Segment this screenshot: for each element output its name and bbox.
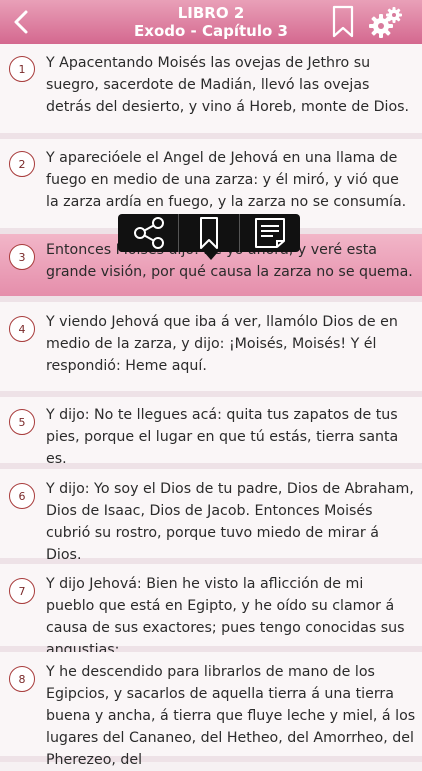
verse-text: Y viendo Jehová que iba á ver, llamólo D… [46,314,398,374]
gear-icon[interactable] [368,5,404,39]
top-bar: LIBRO 2 Exodo - Capítulo 3 [0,0,422,44]
back-arrow-icon[interactable] [8,6,36,38]
share-button[interactable] [118,214,178,252]
verse-action-toolbar [118,214,300,252]
share-icon [134,217,164,249]
book-label: LIBRO 2 [177,4,245,22]
verse-row[interactable]: 6 Y dijo: Yo soy el Dios de tu padre, Di… [0,469,422,564]
verse-row[interactable]: 8 Y he descendido para librarlos de mano… [0,652,422,768]
bookmark-icon [200,217,218,249]
verse-number: 2 [9,151,35,177]
verse-row[interactable]: 1 Y Apacentando Moisés las ovejas de Jet… [0,44,422,139]
verse-list: 1 Y Apacentando Moisés las ovejas de Jet… [0,44,422,768]
toolbar-pointer [204,252,218,260]
verse-text: Y he descendido para librarlos de mano d… [46,664,416,768]
verse-number: 6 [9,483,35,509]
chapter-title: LIBRO 2 Exodo - Capítulo 3 [60,4,362,40]
verse-number: 8 [9,666,35,692]
verse-number: 4 [9,316,35,342]
verse-text: Y dijo Jehová: Bien he visto la aflicció… [46,576,405,658]
chapter-label: Exodo - Capítulo 3 [134,22,288,40]
verse-number: 5 [9,409,35,435]
verse-text: Y dijo: No te llegues acá: quita tus zap… [46,407,399,467]
bookmark-icon[interactable] [332,5,354,38]
verse-number: 1 [9,56,35,82]
verse-row[interactable]: 7 Y dijo Jehová: Bien he visto la aflicc… [0,564,422,658]
verse-text: Y Apacentando Moisés las ovejas de Jethr… [46,55,410,115]
note-button[interactable] [240,214,300,252]
bookmark-button[interactable] [179,214,239,252]
verse-text: Y dijo: Yo soy el Dios de tu padre, Dios… [46,481,414,563]
note-icon [255,218,285,248]
verse-row[interactable]: 5 Y dijo: No te llegues acá: quita tus z… [0,397,422,469]
verse-text: Y aparecióele el Angel de Jehová en una … [46,150,407,210]
verse-number: 3 [9,244,35,270]
verse-row[interactable]: 4 Y viendo Jehová que iba á ver, llamólo… [0,302,422,397]
verse-number: 7 [9,578,35,604]
